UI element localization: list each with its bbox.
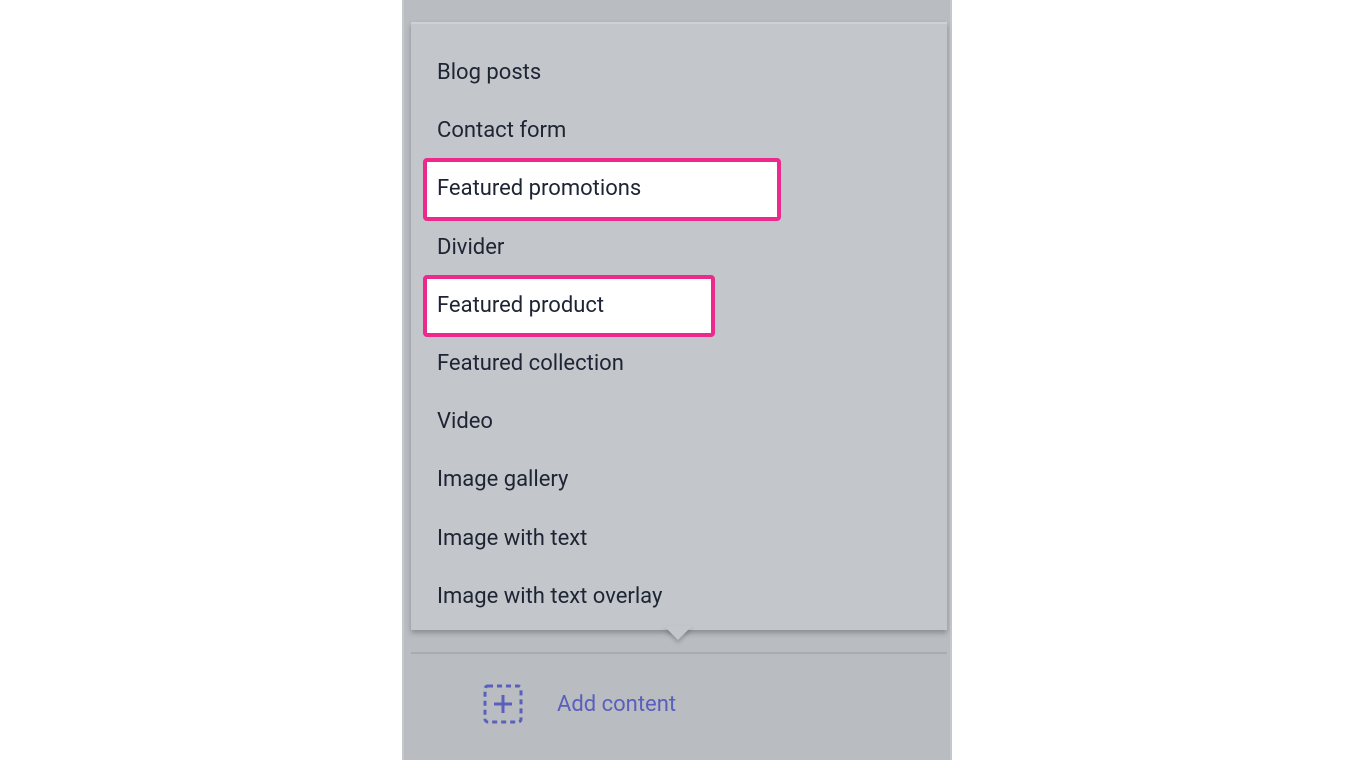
content-type-dropdown: Blog posts Contact form Featured promoti…	[411, 22, 947, 630]
menu-item-label: Image with text overlay	[437, 584, 662, 609]
menu-item-label: Video	[437, 409, 493, 434]
menu-item-contact-form[interactable]: Contact form	[411, 102, 947, 160]
menu-item-video[interactable]: Video	[411, 393, 947, 451]
menu-item-featured-product[interactable]: Featured product	[425, 277, 713, 335]
menu-item-label: Image gallery	[437, 467, 568, 492]
menu-item-label: Divider	[437, 235, 504, 260]
menu-item-image-with-text-overlay[interactable]: Image with text overlay	[411, 568, 947, 626]
menu-item-blog-posts[interactable]: Blog posts	[411, 44, 947, 102]
menu-item-label: Contact form	[437, 118, 566, 143]
menu-item-label: Image with text	[437, 526, 587, 551]
menu-item-image-with-text[interactable]: Image with text	[411, 510, 947, 568]
menu-item-label: Featured promotions	[437, 176, 641, 201]
section-panel: Blog posts Contact form Featured promoti…	[402, 0, 952, 760]
popover-tail-icon	[664, 626, 692, 640]
add-content-button[interactable]: Add content	[411, 652, 947, 754]
menu-item-featured-collection[interactable]: Featured collection	[411, 335, 947, 393]
menu-item-image-gallery[interactable]: Image gallery	[411, 451, 947, 509]
menu-item-label: Featured collection	[437, 351, 624, 376]
add-content-icon	[483, 684, 523, 724]
menu-item-label: Blog posts	[437, 60, 541, 85]
menu-item-divider[interactable]: Divider	[411, 219, 947, 277]
menu-item-featured-promotions[interactable]: Featured promotions	[425, 160, 779, 218]
content-type-list: Blog posts Contact form Featured promoti…	[411, 24, 947, 630]
menu-item-label: Featured product	[437, 293, 604, 318]
add-content-label: Add content	[557, 692, 676, 717]
